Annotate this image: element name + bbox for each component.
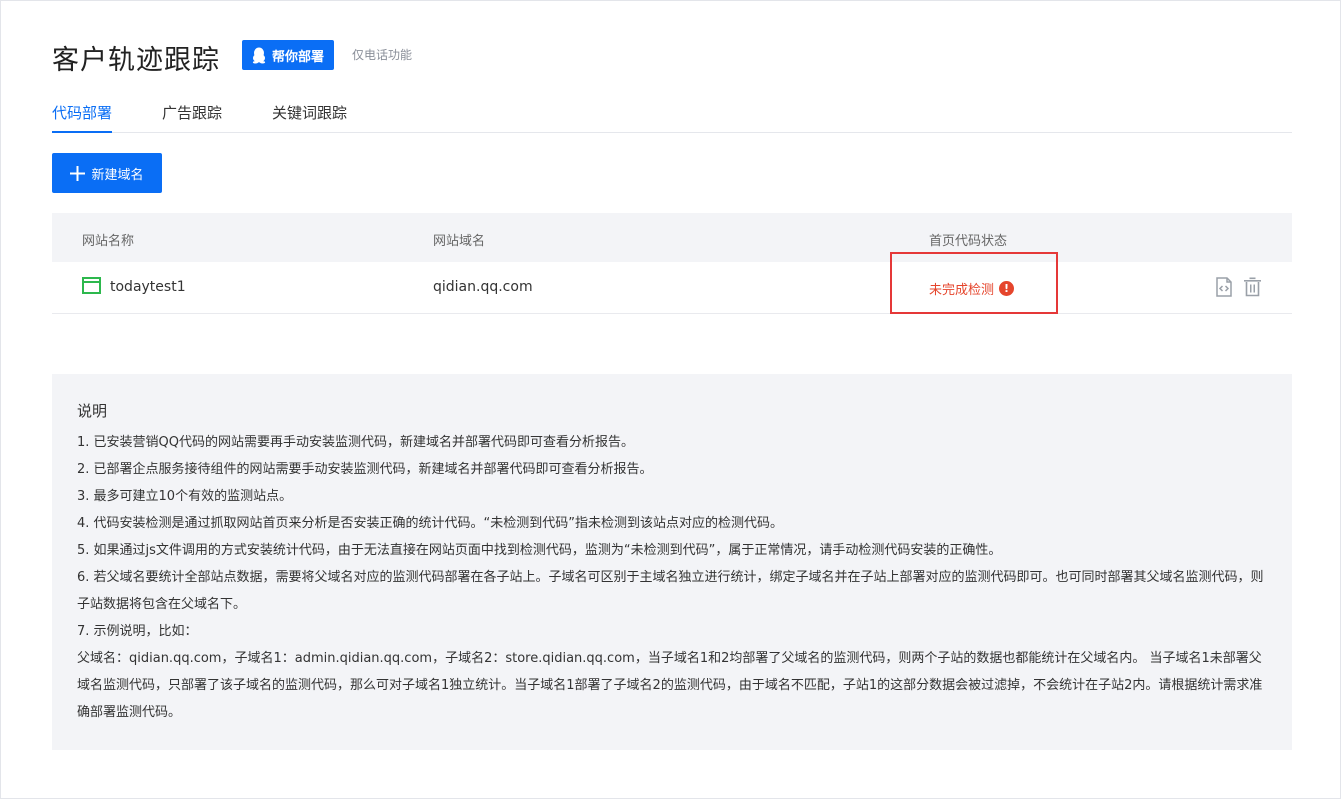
instruction-line: 5. 如果通过js文件调用的方式安装统计代码，由于无法直接在网站页面中找到检测代… [77,543,1002,558]
instruction-line: 1. 已安装营销QQ代码的网站需要再手动安装监测代码，新建域名并部署代码即可查看… [77,435,635,450]
view-code-icon[interactable] [1215,277,1233,297]
tab-code-deploy[interactable]: 代码部署 [52,102,113,133]
warning-icon: ! [999,281,1015,296]
tab-bar: 代码部署 广告跟踪 关键词跟踪 [52,100,1292,133]
instruction-line: 4. 代码安装检测是通过抓取网站首页来分析是否安装正确的统计代码。“未检测到代码… [77,516,784,531]
trash-icon[interactable] [1243,277,1262,297]
code-status[interactable]: 未完成检测 ! [929,279,1015,298]
site-domain: qidian.qq.com [433,279,533,295]
tab-ad-tracking[interactable]: 广告跟踪 [162,102,222,133]
qq-penguin-icon [252,47,266,63]
code-status-text: 未完成检测 [929,283,995,298]
new-domain-label: 新建域名 [91,167,144,183]
phone-only-note: 仅电话功能 [352,48,413,62]
instruction-line: 3. 最多可建立10个有效的监测站点。 [77,489,293,504]
instruction-line: 2. 已部署企点服务接待组件的网站需要手动安装监测代码，新建域名并部署代码即可查… [77,462,653,477]
column-site-domain: 网站域名 [433,234,486,249]
tab-keyword-tracking[interactable]: 关键词跟踪 [272,102,347,133]
new-domain-button[interactable]: 新建域名 [52,153,162,193]
instruction-line: 父域名：qidian.qq.com，子域名1：admin.qidian.qq.c… [77,651,1263,720]
deploy-help-label: 帮你部署 [272,49,325,65]
instructions-title: 说明 [77,402,108,420]
sites-table: 网站名称 网站域名 首页代码状态 todaytest1 qidian.qq.co… [52,213,1292,314]
table-header: 网站名称 网站域名 首页代码状态 [52,213,1292,262]
table-row: todaytest1 qidian.qq.com 未完成检测 ! [52,252,1292,314]
instruction-line: 6. 若父域名要统计全部站点数据，需要将父域名对应的监测代码部署在各子站上。子域… [77,570,1264,612]
instructions-panel: 说明 1. 已安装营销QQ代码的网站需要再手动安装监测代码，新建域名并部署代码即… [52,374,1292,750]
column-code-status: 首页代码状态 [929,234,1008,249]
deploy-help-button[interactable]: 帮你部署 [242,40,335,70]
instruction-line: 7. 示例说明，比如： [77,624,198,639]
site-name: todaytest1 [110,279,186,295]
page-title: 客户轨迹跟踪 [52,45,220,76]
plus-icon [70,165,86,181]
website-icon [82,277,101,294]
column-site-name: 网站名称 [82,234,135,249]
